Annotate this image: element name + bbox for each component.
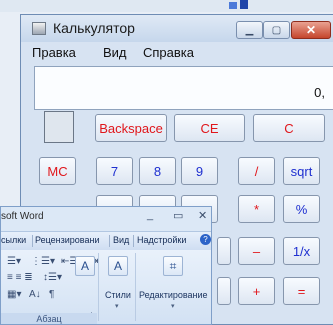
equals-button[interactable]: = — [283, 277, 320, 305]
editing-label[interactable]: Редактирование — [139, 290, 208, 300]
highlight-icon[interactable]: A — [75, 256, 95, 276]
minimize-button[interactable]: ▁ — [236, 21, 263, 39]
memory-indicator — [44, 111, 74, 143]
menu-edit[interactable]: Правка — [32, 45, 76, 60]
tab-references[interactable]: сылки — [1, 235, 26, 245]
ribbon: ☰▾ ⋮☰▾ ⇤☰ ☰⇥ ≡ ≡ ≣ ↕☰▾ ▦▾ A↓ ¶ A ⌟ Абзац… — [1, 250, 211, 324]
group-separator — [98, 253, 99, 321]
desktop-decoration-dark — [240, 0, 248, 9]
tab-separator — [32, 235, 33, 247]
digit-9-button[interactable]: 9 — [181, 157, 218, 185]
tab-separator — [109, 235, 110, 247]
multiply-button[interactable]: * — [238, 195, 275, 223]
maximize-button[interactable]: ▢ — [263, 21, 290, 39]
bullets-icon[interactable]: ☰▾ — [7, 256, 21, 267]
close-icon: ✕ — [305, 23, 317, 37]
styles-icon[interactable]: A — [108, 256, 128, 276]
calculator-display: 0, — [34, 66, 333, 110]
plus-button[interactable]: + — [238, 277, 275, 305]
minimize-icon: ▁ — [245, 24, 254, 36]
clear-entry-button[interactable]: CE — [174, 114, 245, 142]
borders-icon[interactable]: ▦▾ — [7, 289, 21, 300]
help-icon[interactable]: ? — [200, 234, 211, 245]
word-minimize-icon[interactable]: _ — [147, 209, 153, 221]
ribbon-tabs: сылки Рецензировани Вид Надстройки ? — [1, 231, 211, 251]
menu-bar: Правка Вид Справка — [21, 43, 333, 63]
styles-label[interactable]: Стили — [105, 290, 131, 300]
decimal-button[interactable] — [217, 277, 231, 305]
display-value: 0, — [314, 85, 325, 100]
digit-7-button[interactable]: 7 — [96, 157, 133, 185]
word-title: soft Word — [1, 211, 44, 222]
word-window: soft Word _ ▭ ✕ сылки Рецензировани Вид … — [0, 206, 212, 325]
find-binoculars-icon[interactable]: ⌗ — [163, 256, 183, 276]
divide-button[interactable]: / — [238, 157, 275, 185]
desktop-decoration — [229, 2, 237, 9]
word-close-icon[interactable]: ✕ — [198, 209, 207, 222]
tab-addins[interactable]: Надстройки — [137, 235, 186, 245]
line-spacing-icon[interactable]: ↕☰▾ — [43, 272, 62, 283]
window-title: Калькулятор — [53, 20, 135, 36]
close-button[interactable]: ✕ — [291, 21, 331, 39]
tab-separator — [133, 235, 134, 247]
digit-3-button[interactable] — [217, 237, 231, 265]
sqrt-button[interactable]: sqrt — [283, 157, 320, 185]
reciprocal-button[interactable]: 1/x — [283, 237, 320, 265]
calculator-icon — [32, 22, 46, 35]
editing-dropdown-icon[interactable]: ▾ — [171, 302, 175, 310]
memory-clear-button[interactable]: MC — [39, 157, 76, 185]
tab-review[interactable]: Рецензировани — [35, 235, 100, 245]
sort-icon[interactable]: A↓ — [29, 289, 41, 300]
tab-view[interactable]: Вид — [113, 235, 129, 245]
backspace-button[interactable]: Backspace — [95, 114, 167, 142]
percent-button[interactable]: % — [283, 195, 320, 223]
numbering-icon[interactable]: ⋮☰▾ — [31, 256, 55, 267]
pilcrow-icon[interactable]: ¶ — [49, 289, 54, 300]
word-restore-icon[interactable]: ▭ — [173, 209, 183, 222]
digit-8-button[interactable]: 8 — [139, 157, 176, 185]
clear-button[interactable]: C — [253, 114, 325, 142]
menu-help[interactable]: Справка — [143, 45, 194, 60]
menu-view[interactable]: Вид — [103, 45, 127, 60]
calculator-titlebar[interactable]: Калькулятор ▁ ▢ ✕ — [21, 15, 333, 42]
minus-button[interactable]: – — [238, 237, 275, 265]
group-separator — [135, 253, 136, 321]
paragraph-group-label: Абзац — [1, 313, 97, 324]
align-icons[interactable]: ≡ ≡ ≣ — [7, 272, 33, 283]
styles-dropdown-icon[interactable]: ▾ — [115, 302, 119, 310]
desktop-strip — [0, 0, 333, 12]
maximize-icon: ▢ — [271, 24, 282, 36]
